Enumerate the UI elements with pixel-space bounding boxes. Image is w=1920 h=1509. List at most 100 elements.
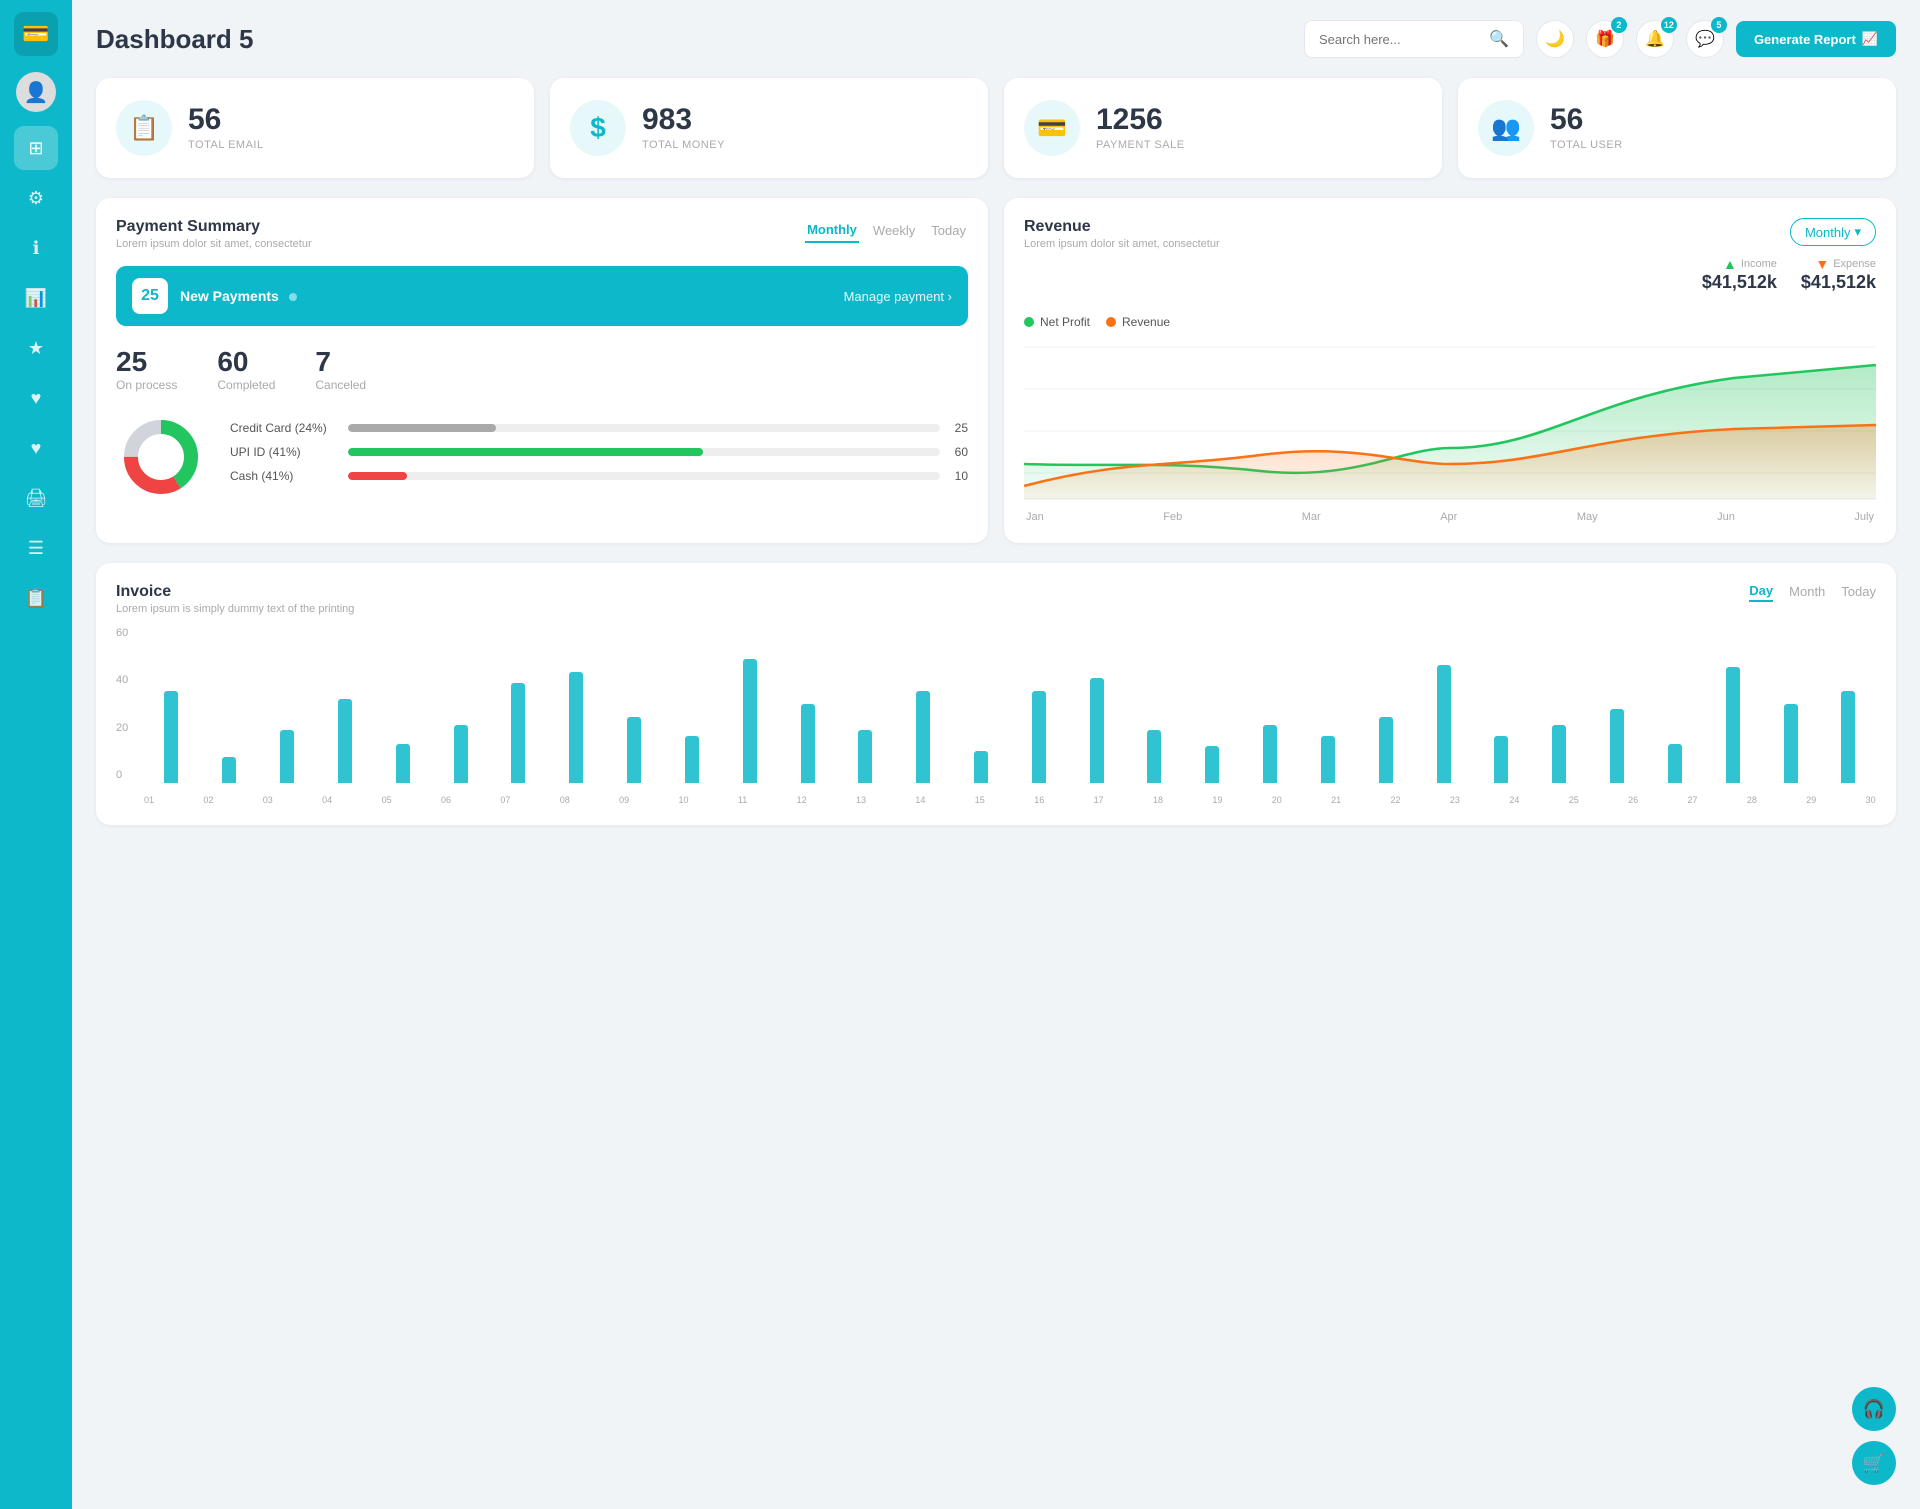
tab-today[interactable]: Today [929,219,968,242]
x-label-jan: Jan [1026,511,1044,523]
bar-rect-10 [685,736,699,783]
x-label-07: 07 [500,795,510,805]
fab-cart-button[interactable]: 🛒 [1852,1441,1896,1485]
bar-chart-area: 0 20 40 60 01020304050607080910111213141… [116,625,1876,805]
sidebar-item-star[interactable]: ★ [14,326,58,370]
revenue-legend: Net Profit Revenue [1024,315,1876,329]
bar-rect-28 [1726,667,1740,783]
sidebar-item-info[interactable]: ℹ [14,226,58,270]
search-box[interactable]: 🔍 [1304,20,1524,58]
x-label-25: 25 [1569,795,1579,805]
bar-rect-15 [974,751,988,783]
tab-monthly[interactable]: Monthly [805,218,859,243]
heart-icon: ♥ [31,388,42,409]
bell-icon: 🔔 [1645,29,1665,49]
gift-icon: 🎁 [1595,29,1615,49]
progress-row-cash: Cash (41%) 10 [230,469,968,483]
x-label-may: May [1577,511,1598,523]
revenue-monthly-button[interactable]: Monthly ▾ [1790,218,1876,246]
bar-col-25 [1532,625,1587,783]
invoice-tab-day[interactable]: Day [1749,583,1773,602]
progress-rows: Credit Card (24%) 25 UPI ID (41%) 60 [230,421,968,493]
progress-bar-bg-upi [348,448,940,456]
stat-icon-money: $ [570,100,626,156]
print-icon: 🖨 [25,488,48,509]
y-label-60: 60 [116,627,128,639]
cart-icon: 🛒 [1863,1453,1885,1474]
bar-rect-27 [1668,744,1682,784]
y-label-40: 40 [116,674,128,686]
stat-label-money: TOTAL MONEY [642,139,725,151]
sidebar-item-heart[interactable]: ♥ [14,376,58,420]
x-label-01: 01 [144,795,154,805]
info-icon: ℹ [33,238,40,259]
bar-col-28 [1705,625,1760,783]
stat-cards: 📋 56 TOTAL EMAIL $ 983 TOTAL MONEY 💳 125… [96,78,1896,178]
x-label-30: 30 [1866,795,1876,805]
bar-rect-25 [1552,725,1566,783]
stat-icon-payment: 💳 [1024,100,1080,156]
bar-rect-5 [396,744,410,784]
income-value: $41,512k [1702,272,1777,293]
revenue-title: Revenue [1024,218,1220,236]
income-label: ▲ Income [1723,256,1777,272]
sidebar-item-dashboard[interactable]: ⊞ [14,126,58,170]
sidebar-item-menu[interactable]: ☰ [14,526,58,570]
sidebar-item-print[interactable]: 🖨 [14,476,58,520]
sidebar-item-chart[interactable]: 📊 [14,276,58,320]
x-label-08: 08 [560,795,570,805]
manage-payment-link[interactable]: Manage payment › [844,289,952,304]
sidebar-item-settings[interactable]: ⚙ [14,176,58,220]
income-expense: ▲ Income $41,512k ▼ Expense $41,512k [1702,256,1876,293]
fab-support-button[interactable]: 🎧 [1852,1387,1896,1431]
bar-rect-23 [1437,665,1451,784]
invoice-subtitle: Lorem ipsum is simply dummy text of the … [116,603,354,615]
legend-label-net-profit: Net Profit [1040,315,1090,329]
wallet-icon: 💳 [22,21,49,47]
bar-col-7 [491,625,546,783]
x-label-jul: July [1854,511,1874,523]
dashboard-icon: ⊞ [28,138,43,159]
progress-val-cc: 25 [948,421,968,435]
expense-item: ▼ Expense $41,512k [1801,256,1876,293]
stat-info-email: 56 TOTAL EMAIL [188,105,264,151]
sidebar-logo[interactable]: 💳 [14,12,58,56]
expense-down-icon: ▼ [1815,256,1829,272]
bar-col-4 [317,625,372,783]
stat-canceled: 7 Canceled [315,346,366,392]
sidebar-item-heart2[interactable]: ♥ [14,426,58,470]
chat-btn[interactable]: 💬 5 [1686,20,1724,58]
tab-weekly[interactable]: Weekly [871,219,917,242]
sidebar-item-list[interactable]: 📋 [14,576,58,620]
x-label-26: 26 [1628,795,1638,805]
bar-rect-3 [280,730,294,783]
sidebar-avatar[interactable]: 👤 [16,72,56,112]
progress-bar-bg-cc [348,424,940,432]
x-label-14: 14 [915,795,925,805]
new-payments-left: 25 New Payments [132,278,297,314]
payment-summary-title-group: Payment Summary Lorem ipsum dolor sit am… [116,218,312,250]
avatar-icon: 👤 [24,80,49,105]
bar-col-9 [607,625,662,783]
bar-rect-13 [858,730,872,783]
bell-btn[interactable]: 🔔 12 [1636,20,1674,58]
bar-rect-26 [1610,709,1624,783]
revenue-title-group: Revenue Lorem ipsum dolor sit amet, cons… [1024,218,1220,250]
gift-btn[interactable]: 🎁 2 [1586,20,1624,58]
moon-btn[interactable]: 🌙 [1536,20,1574,58]
bar-col-21 [1301,625,1356,783]
y-label-20: 20 [116,722,128,734]
search-input[interactable] [1319,32,1481,47]
invoice-tab-month[interactable]: Month [1789,584,1825,601]
completed-label: Completed [217,378,275,392]
bar-col-23 [1416,625,1471,783]
generate-report-button[interactable]: Generate Report 📈 [1736,21,1896,57]
invoice-tab-today[interactable]: Today [1841,584,1876,601]
progress-bar-bg-cash [348,472,940,480]
progress-label-upi: UPI ID (41%) [230,445,340,459]
bar-rect-2 [222,757,236,783]
bar-rect-17 [1090,678,1104,783]
bell-badge: 12 [1661,17,1677,33]
bar-rect-6 [454,725,468,783]
chat-badge: 5 [1711,17,1727,33]
